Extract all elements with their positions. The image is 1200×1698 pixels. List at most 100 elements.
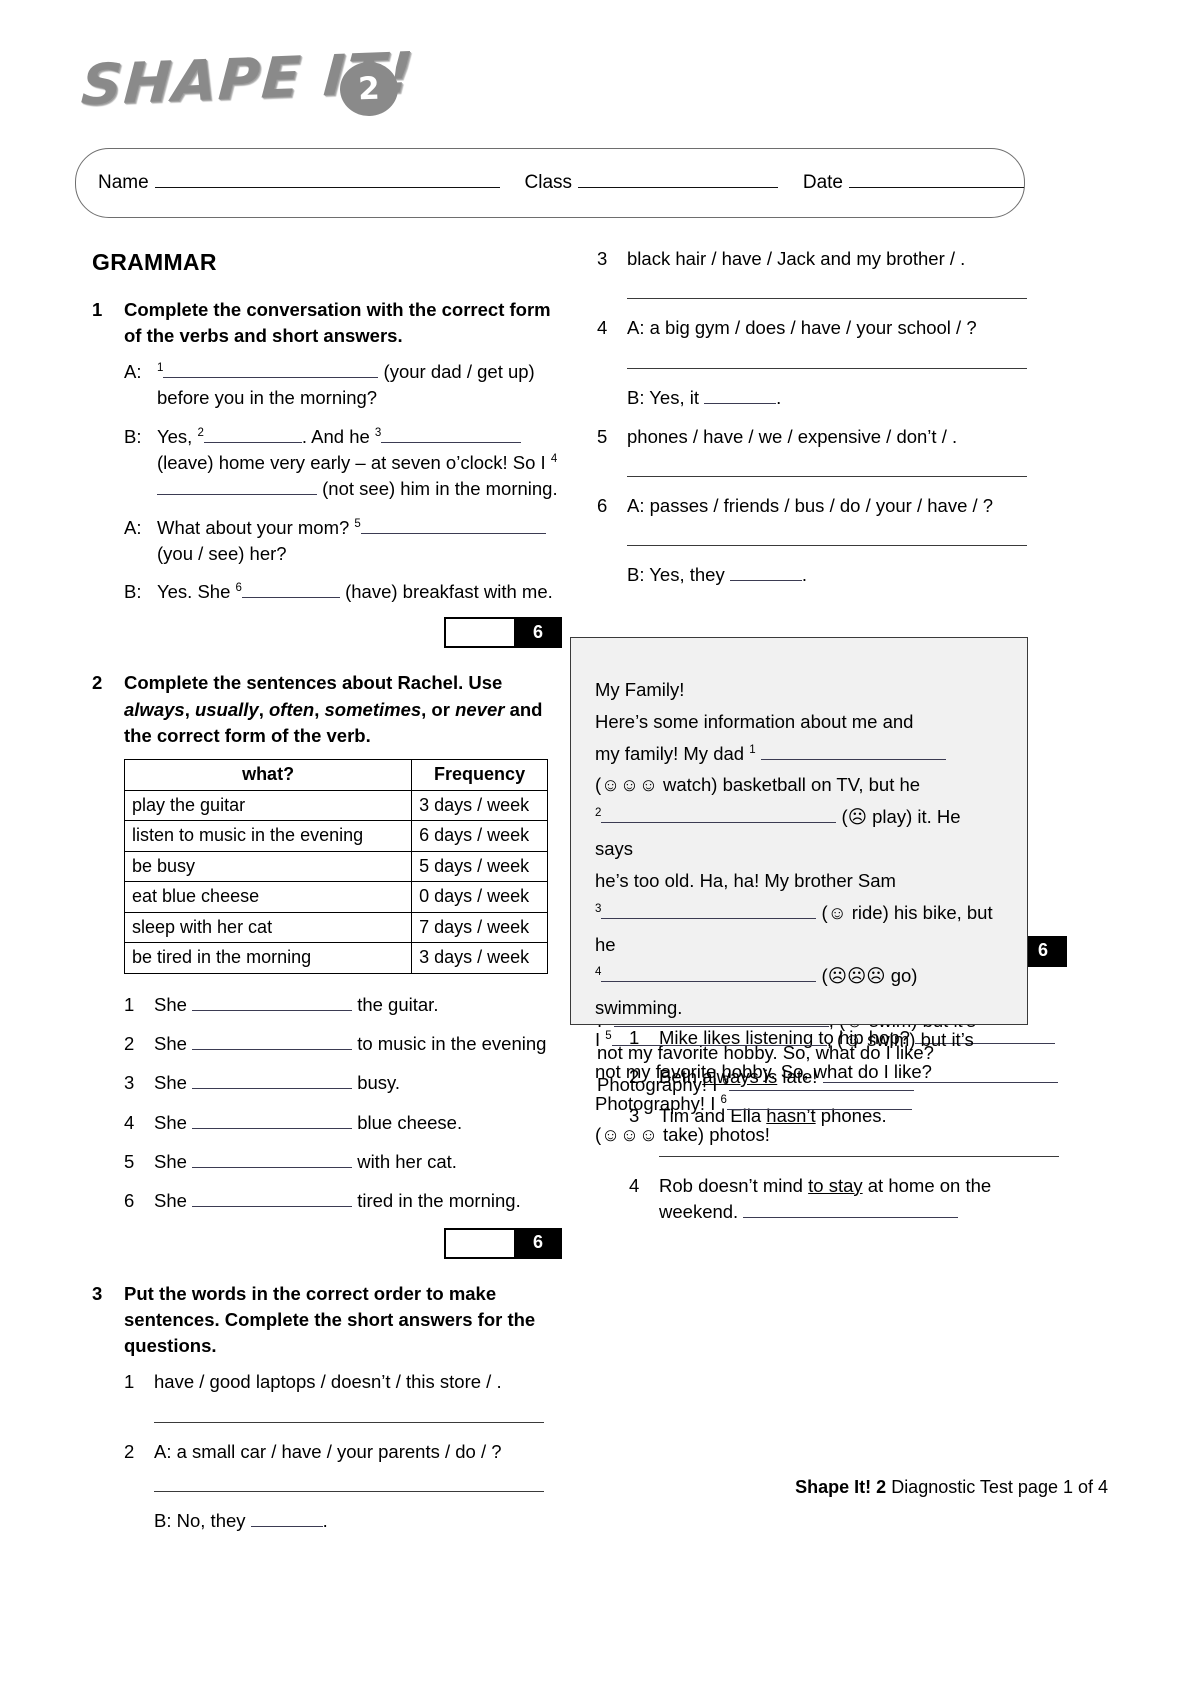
speaker-label: B:	[124, 425, 142, 447]
short-answer-text: B: Yes, they .	[627, 564, 807, 586]
item-pre: She	[154, 1151, 187, 1172]
cell-frequency: 7 days / week	[411, 911, 548, 944]
adverb-usually: usually	[194, 698, 259, 720]
cell-frequency: 3 days / week	[411, 789, 548, 822]
class-field[interactable]: Class	[525, 172, 779, 194]
cell-what: be tired in the morning	[123, 942, 413, 974]
date-label: Date	[802, 172, 843, 193]
exercise-1: 1 Complete the conversation with the cor…	[92, 297, 562, 649]
item-number: 6	[597, 495, 608, 517]
answer-line[interactable]	[154, 1490, 544, 1492]
answer-blank[interactable]	[704, 389, 777, 404]
item-pre: Rob doesn’t mind	[659, 1174, 809, 1196]
footer-page-info: Diagnostic Test page 1 of 4	[886, 1477, 1108, 1497]
cell-what: sleep with her cat	[123, 911, 413, 944]
score-max-value: 6	[516, 1227, 562, 1259]
date-input-rule[interactable]	[849, 174, 1024, 188]
exercise-1-body: A: 1 (your dad / get up) before you in t…	[92, 359, 562, 649]
page-title: GRAMMAR	[92, 249, 217, 275]
answer-blank-2[interactable]	[601, 808, 837, 824]
short-answer: B: Yes, they .	[597, 562, 1067, 588]
item-text: She with her cat.	[154, 1149, 562, 1175]
answer-blank[interactable]	[192, 1074, 353, 1090]
exercise-1-instruction: Complete the conversation with the corre…	[124, 298, 551, 346]
text-line-8: I 5, (☺ swim) but it’s	[595, 1024, 1001, 1056]
score-input-box[interactable]	[444, 1227, 516, 1259]
answer-blank[interactable]	[729, 566, 802, 582]
item-number: 1	[124, 1371, 135, 1393]
exercise-2-instruction: Complete the sentences about Rachel. Use…	[124, 670, 562, 749]
name-input-rule[interactable]	[154, 174, 500, 188]
underlined-mistake: to stay	[808, 1174, 863, 1196]
text-i: I	[595, 1028, 601, 1050]
table-row: be tired in the morning 3 days / week	[123, 942, 548, 974]
answer-blank[interactable]	[192, 1192, 353, 1208]
answer-blank-3[interactable]	[381, 428, 522, 443]
column-header-what: what?	[123, 759, 413, 791]
text-line-3: (☺☺☺ watch) basketball on TV, but he	[595, 774, 921, 796]
item-number: 5	[124, 1151, 135, 1172]
logo-level-badge: 2	[339, 61, 399, 117]
frequency-table: what? Frequency play the guitar 3 days / …	[123, 759, 548, 974]
answer-blank-2[interactable]	[203, 428, 302, 443]
short-answer-text: B: No, they .	[154, 1509, 328, 1531]
answer-blank[interactable]	[743, 1203, 959, 1218]
answer-blank[interactable]	[250, 1512, 323, 1527]
answer-line[interactable]	[627, 545, 1027, 547]
answer-blank[interactable]	[192, 1114, 353, 1129]
name-field[interactable]: Name	[98, 172, 500, 194]
item-pre: She	[154, 1190, 187, 1212]
adverb-always: always	[124, 698, 185, 720]
text-part: , (☺ swim) but it’s	[826, 1028, 974, 1050]
text-line-11: (☺☺☺ take) photos!	[595, 1124, 770, 1146]
answer-line[interactable]	[659, 1155, 1059, 1157]
item-number: 5	[597, 425, 608, 447]
speaker-label: A:	[124, 361, 142, 383]
class-input-rule[interactable]	[578, 174, 779, 188]
item-number: 3	[597, 248, 608, 269]
instr-part: , or	[421, 698, 456, 720]
dialogue-post: (you / see) her?	[157, 542, 287, 564]
date-field[interactable]: Date	[803, 172, 1024, 194]
answer-line[interactable]	[627, 298, 1027, 300]
item-pre: She	[154, 1072, 187, 1094]
cell-what: listen to music in the evening	[123, 820, 413, 852]
short-answer-pre: B: Yes, it	[627, 386, 699, 408]
item-text: phones / have / we / expensive / don’t /…	[627, 425, 958, 447]
answer-blank-5[interactable]	[360, 519, 546, 534]
score-input-box[interactable]	[444, 617, 516, 649]
exercise-3-instruction: Put the words in the correct order to ma…	[124, 1282, 536, 1357]
answer-line[interactable]	[154, 1421, 544, 1423]
text-line-2: my family! My dad 1	[595, 738, 1001, 770]
list-item: 3 She busy.	[124, 1070, 562, 1096]
item-text: She to music in the evening	[154, 1031, 562, 1057]
answer-blank[interactable]	[192, 1153, 353, 1168]
page-footer: Shape It! 2 Diagnostic Test page 1 of 4	[795, 1477, 1108, 1498]
text-line-4: 2 (☹ play) it. He says	[595, 801, 1001, 865]
answer-blank-4[interactable]	[157, 480, 317, 496]
item-text: She tired in the morning.	[154, 1188, 562, 1214]
item-pre: She	[154, 1033, 187, 1055]
answer-blank[interactable]	[192, 996, 353, 1011]
text-part: Photography! I	[595, 1092, 716, 1114]
answer-blank-6[interactable]	[241, 583, 340, 599]
answer-blank-3[interactable]	[601, 904, 817, 919]
answer-blank[interactable]	[192, 1035, 353, 1051]
dialogue-text: What about your mom? 5 (you / see) her?	[157, 515, 562, 568]
item-spacer	[597, 562, 627, 588]
answer-blank-1[interactable]	[760, 745, 946, 760]
item-post: to music in the evening	[357, 1033, 547, 1055]
item-text: A: a big gym / does / have / your school…	[627, 317, 977, 339]
student-info-bar: Name Class Date	[75, 148, 1025, 218]
list-item: 4 She blue cheese.	[124, 1110, 562, 1136]
exercise-1-score: 6	[124, 617, 562, 649]
table-row: listen to music in the evening 6 days / w…	[123, 820, 548, 852]
answer-line[interactable]	[627, 367, 1027, 369]
answer-blank-6[interactable]	[726, 1095, 912, 1110]
answer-blank-1[interactable]	[163, 363, 379, 379]
answer-blank-5[interactable]	[611, 1031, 827, 1046]
item-post: tired in the morning.	[357, 1190, 521, 1212]
item-number: 6	[124, 1190, 135, 1212]
answer-blank-4[interactable]	[601, 967, 817, 983]
answer-line[interactable]	[627, 476, 1027, 478]
